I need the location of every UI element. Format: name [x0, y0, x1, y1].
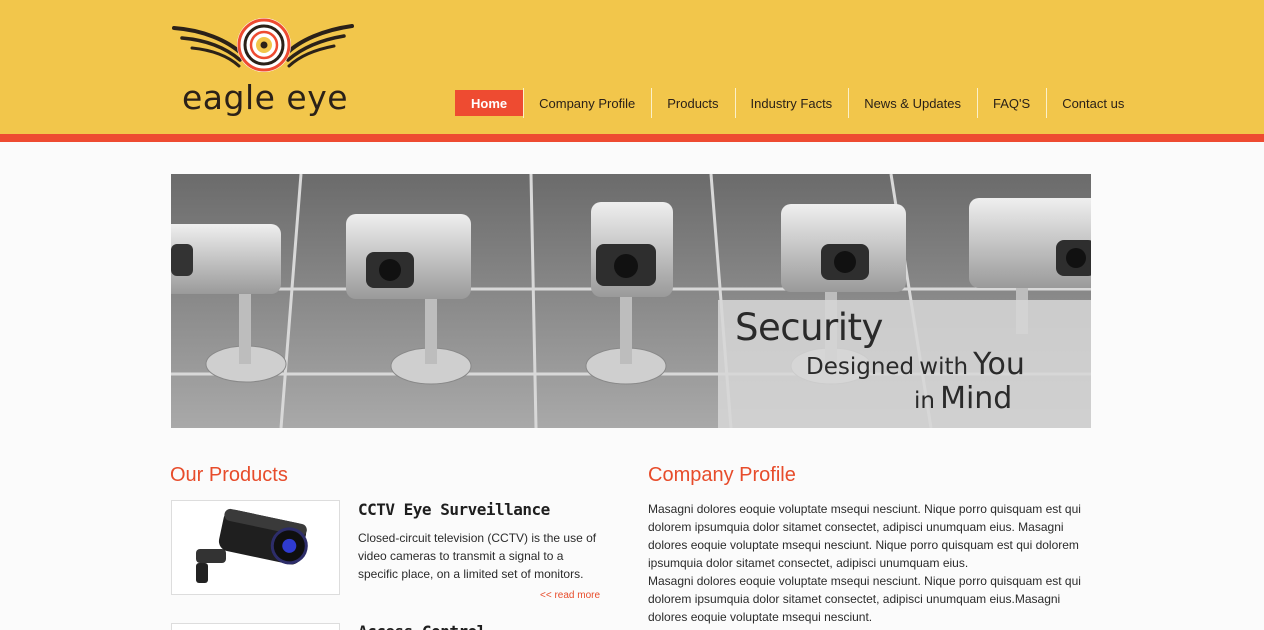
banner-subline-1: Designed with You	[806, 347, 1025, 382]
profile-section-title: Company Profile	[648, 464, 796, 486]
nav-item-contact-us[interactable]: Contact us	[1046, 88, 1140, 118]
nav-item-company-profile[interactable]: Company Profile	[523, 88, 651, 118]
main-nav: Home Company Profile Products Industry F…	[455, 88, 1140, 118]
product-image-access-control[interactable]	[171, 623, 340, 630]
banner-subline-2: in Mind	[914, 381, 1012, 416]
banner-word-designed: Designed	[806, 354, 915, 380]
nav-item-products[interactable]: Products	[651, 88, 734, 118]
banner-headline: Security	[735, 306, 883, 349]
banner-word-you: You	[973, 347, 1025, 382]
product-name-access-control[interactable]: Access Control	[358, 622, 486, 630]
product-image-cctv[interactable]	[171, 500, 340, 595]
nav-item-news-updates[interactable]: News & Updates	[848, 88, 977, 118]
banner-word-with: with	[919, 354, 969, 380]
nav-item-home[interactable]: Home	[455, 90, 524, 116]
logo-wordmark: eagle eye	[182, 78, 349, 117]
banner-word-in: in	[914, 388, 935, 414]
banner-word-mind: Mind	[940, 381, 1013, 416]
nav-item-faqs[interactable]: FAQ'S	[977, 88, 1046, 118]
read-more-link[interactable]: << read more	[540, 590, 600, 601]
cctv-camera-icon	[196, 508, 308, 583]
product-name-cctv[interactable]: CCTV Eye Surveillance	[358, 500, 550, 519]
eagle-eye-emblem-icon	[172, 18, 354, 72]
products-section-title: Our Products	[170, 464, 288, 486]
product-description-cctv: Closed-circuit television (CCTV) is the …	[358, 531, 597, 581]
nav-item-industry-facts[interactable]: Industry Facts	[734, 88, 849, 118]
profile-text: Masagni dolores eoquie voluptate msequi …	[648, 502, 1081, 624]
header-stripe	[0, 134, 1264, 142]
site-logo[interactable]: eagle eye	[172, 16, 354, 118]
